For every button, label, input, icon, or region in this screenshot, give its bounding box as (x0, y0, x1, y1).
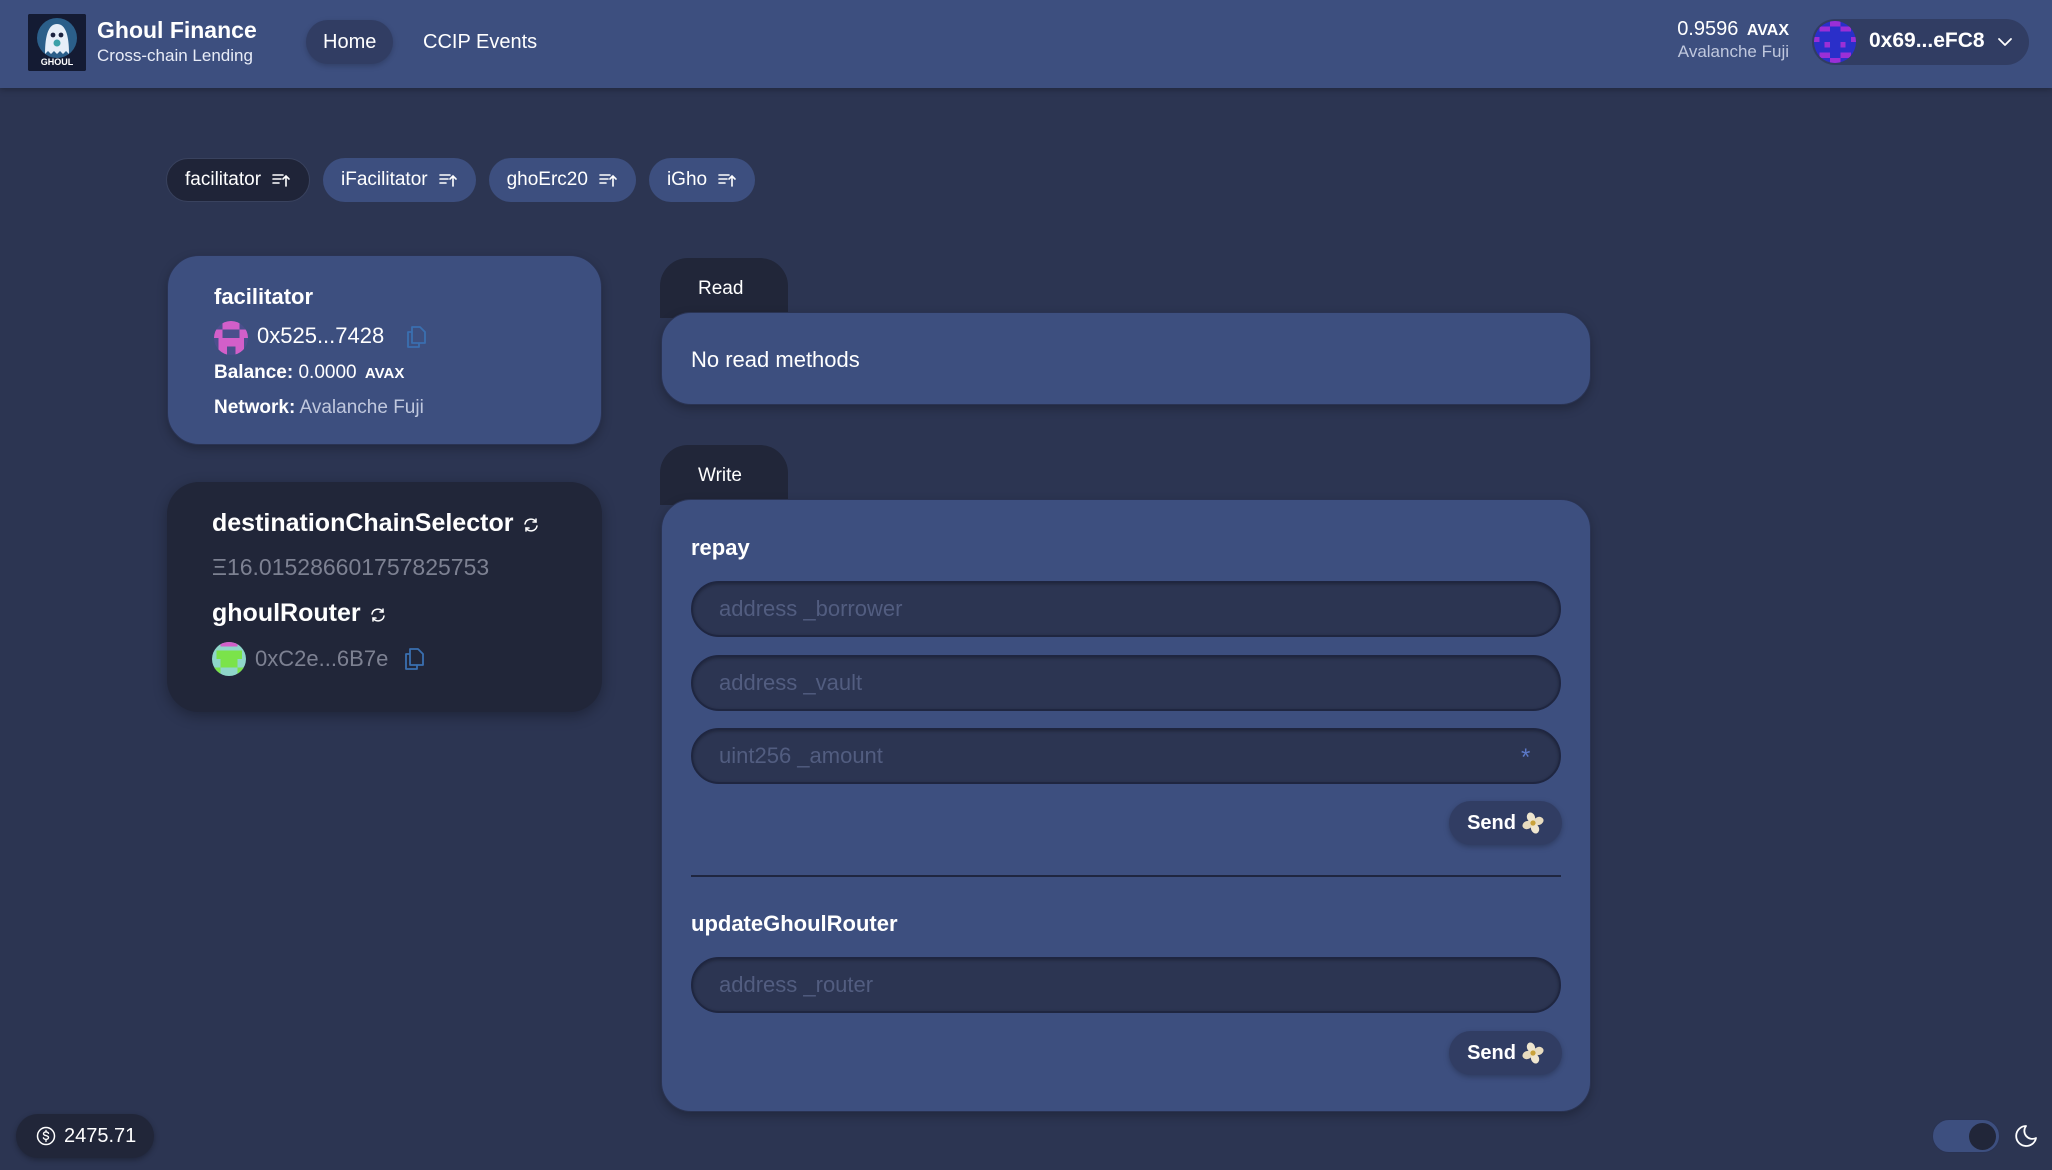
multiply-by-decimals-icon[interactable]: * (1521, 744, 1530, 772)
method-name-repay: repay (691, 535, 750, 560)
wallet-balance-amount: 0.9596 (1677, 18, 1739, 40)
wallet-address: 0x69...eFC8 (1869, 29, 1985, 52)
flower-icon (1522, 1042, 1544, 1064)
read-tab-label: Read (660, 258, 788, 318)
wallet-avatar (1814, 21, 1856, 63)
contract-balance: Balance: 0.0000 AVAX (214, 362, 404, 384)
theme-toggle[interactable] (1932, 1119, 2000, 1153)
contract-name: facilitator (214, 284, 314, 309)
contract-network: Network: Avalanche Fuji (214, 397, 424, 419)
wallet-network: Avalanche Fuji (1677, 42, 1789, 61)
app-logo[interactable]: GHOUL (28, 14, 86, 71)
variable-value: Ξ16.015286601757825753 (212, 554, 490, 580)
svg-text:GHOUL: GHOUL (41, 57, 74, 67)
refresh-icon[interactable] (522, 516, 540, 534)
send-label: Send (1467, 1041, 1516, 1064)
sort-ascending-icon (718, 174, 736, 187)
send-label: Send (1467, 811, 1516, 834)
network-label: Network: (214, 397, 296, 418)
dollar-circle-icon (36, 1126, 56, 1146)
app-title: Ghoul Finance (97, 17, 257, 43)
contract-tab-label: iGho (666, 169, 708, 190)
variable-value: 0xC2e...6B7e (255, 646, 389, 671)
contract-tab-label: ghoErc20 (506, 169, 588, 190)
sort-ascending-icon (438, 174, 457, 187)
balance-value: 0.0000 (298, 362, 357, 383)
write-tab-label: Write (660, 445, 788, 505)
wallet-balance: 0.9596 AVAX (1677, 18, 1789, 41)
toggle-knob (1969, 1123, 1996, 1150)
read-panel: No read methods (661, 312, 1591, 405)
sort-ascending-icon (272, 174, 290, 187)
contract-tab-ifacilitator[interactable]: iFacilitator (323, 158, 476, 202)
balance-unit: AVAX (364, 365, 405, 382)
chevron-down-icon (1998, 38, 2012, 46)
write-panel: repay * Send updateGhoulRouter Send (661, 499, 1591, 1112)
nav-ccip-events[interactable]: CCIP Events (406, 20, 554, 64)
contract-address: 0x525...7428 (257, 323, 385, 348)
router-avatar (212, 642, 246, 676)
network-value: Avalanche Fuji (299, 397, 424, 418)
method-name-update-ghoul-router: updateGhoulRouter (691, 911, 898, 936)
flower-icon (1522, 812, 1544, 834)
input-amount[interactable] (691, 728, 1561, 784)
copy-icon[interactable] (405, 325, 427, 349)
copy-icon[interactable] (403, 647, 425, 671)
variable-name: destinationChainSelector (212, 509, 514, 537)
contract-tab-label: iFacilitator (341, 169, 428, 190)
refresh-icon[interactable] (369, 606, 387, 624)
wallet-account-button[interactable]: 0x69...eFC8 (1812, 19, 2029, 65)
contract-tab-igho[interactable]: iGho (648, 158, 756, 202)
app-subtitle: Cross-chain Lending (97, 46, 253, 65)
contract-variables-card: destinationChainSelector Ξ16.01528660175… (167, 482, 602, 712)
ghost-logo-icon: GHOUL (28, 14, 86, 71)
contract-tab-facilitator[interactable]: facilitator (166, 158, 311, 202)
wallet-balance-unit: AVAX (1746, 22, 1789, 39)
send-button-update-ghoul-router[interactable]: Send (1449, 1031, 1562, 1075)
variable-name: ghoulRouter (212, 599, 361, 627)
method-divider (691, 875, 1561, 877)
read-empty-message: No read methods (691, 347, 860, 372)
sort-ascending-icon (599, 174, 617, 187)
native-currency-price: 2475.71 (16, 1114, 155, 1158)
contract-tabs: facilitator iFacilitator ghoErc20 iGho (166, 158, 756, 202)
input-router[interactable] (691, 957, 1561, 1013)
input-borrower[interactable] (691, 581, 1561, 637)
contract-tab-ghoerc20[interactable]: ghoErc20 (488, 158, 636, 202)
input-vault[interactable] (691, 655, 1561, 711)
price-value: 2475.71 (64, 1124, 137, 1147)
balance-label: Balance: (214, 362, 294, 383)
nav-home[interactable]: Home (306, 20, 394, 64)
send-button-repay[interactable]: Send (1449, 801, 1562, 845)
top-navbar: GHOUL Ghoul Finance Cross-chain Lending … (0, 0, 2052, 88)
contract-avatar (214, 321, 248, 355)
contract-tab-label: facilitator (185, 169, 262, 190)
moon-icon (2015, 1125, 2037, 1147)
contract-info-card: facilitator 0x525...7428 Balance: 0.0000… (167, 255, 602, 445)
